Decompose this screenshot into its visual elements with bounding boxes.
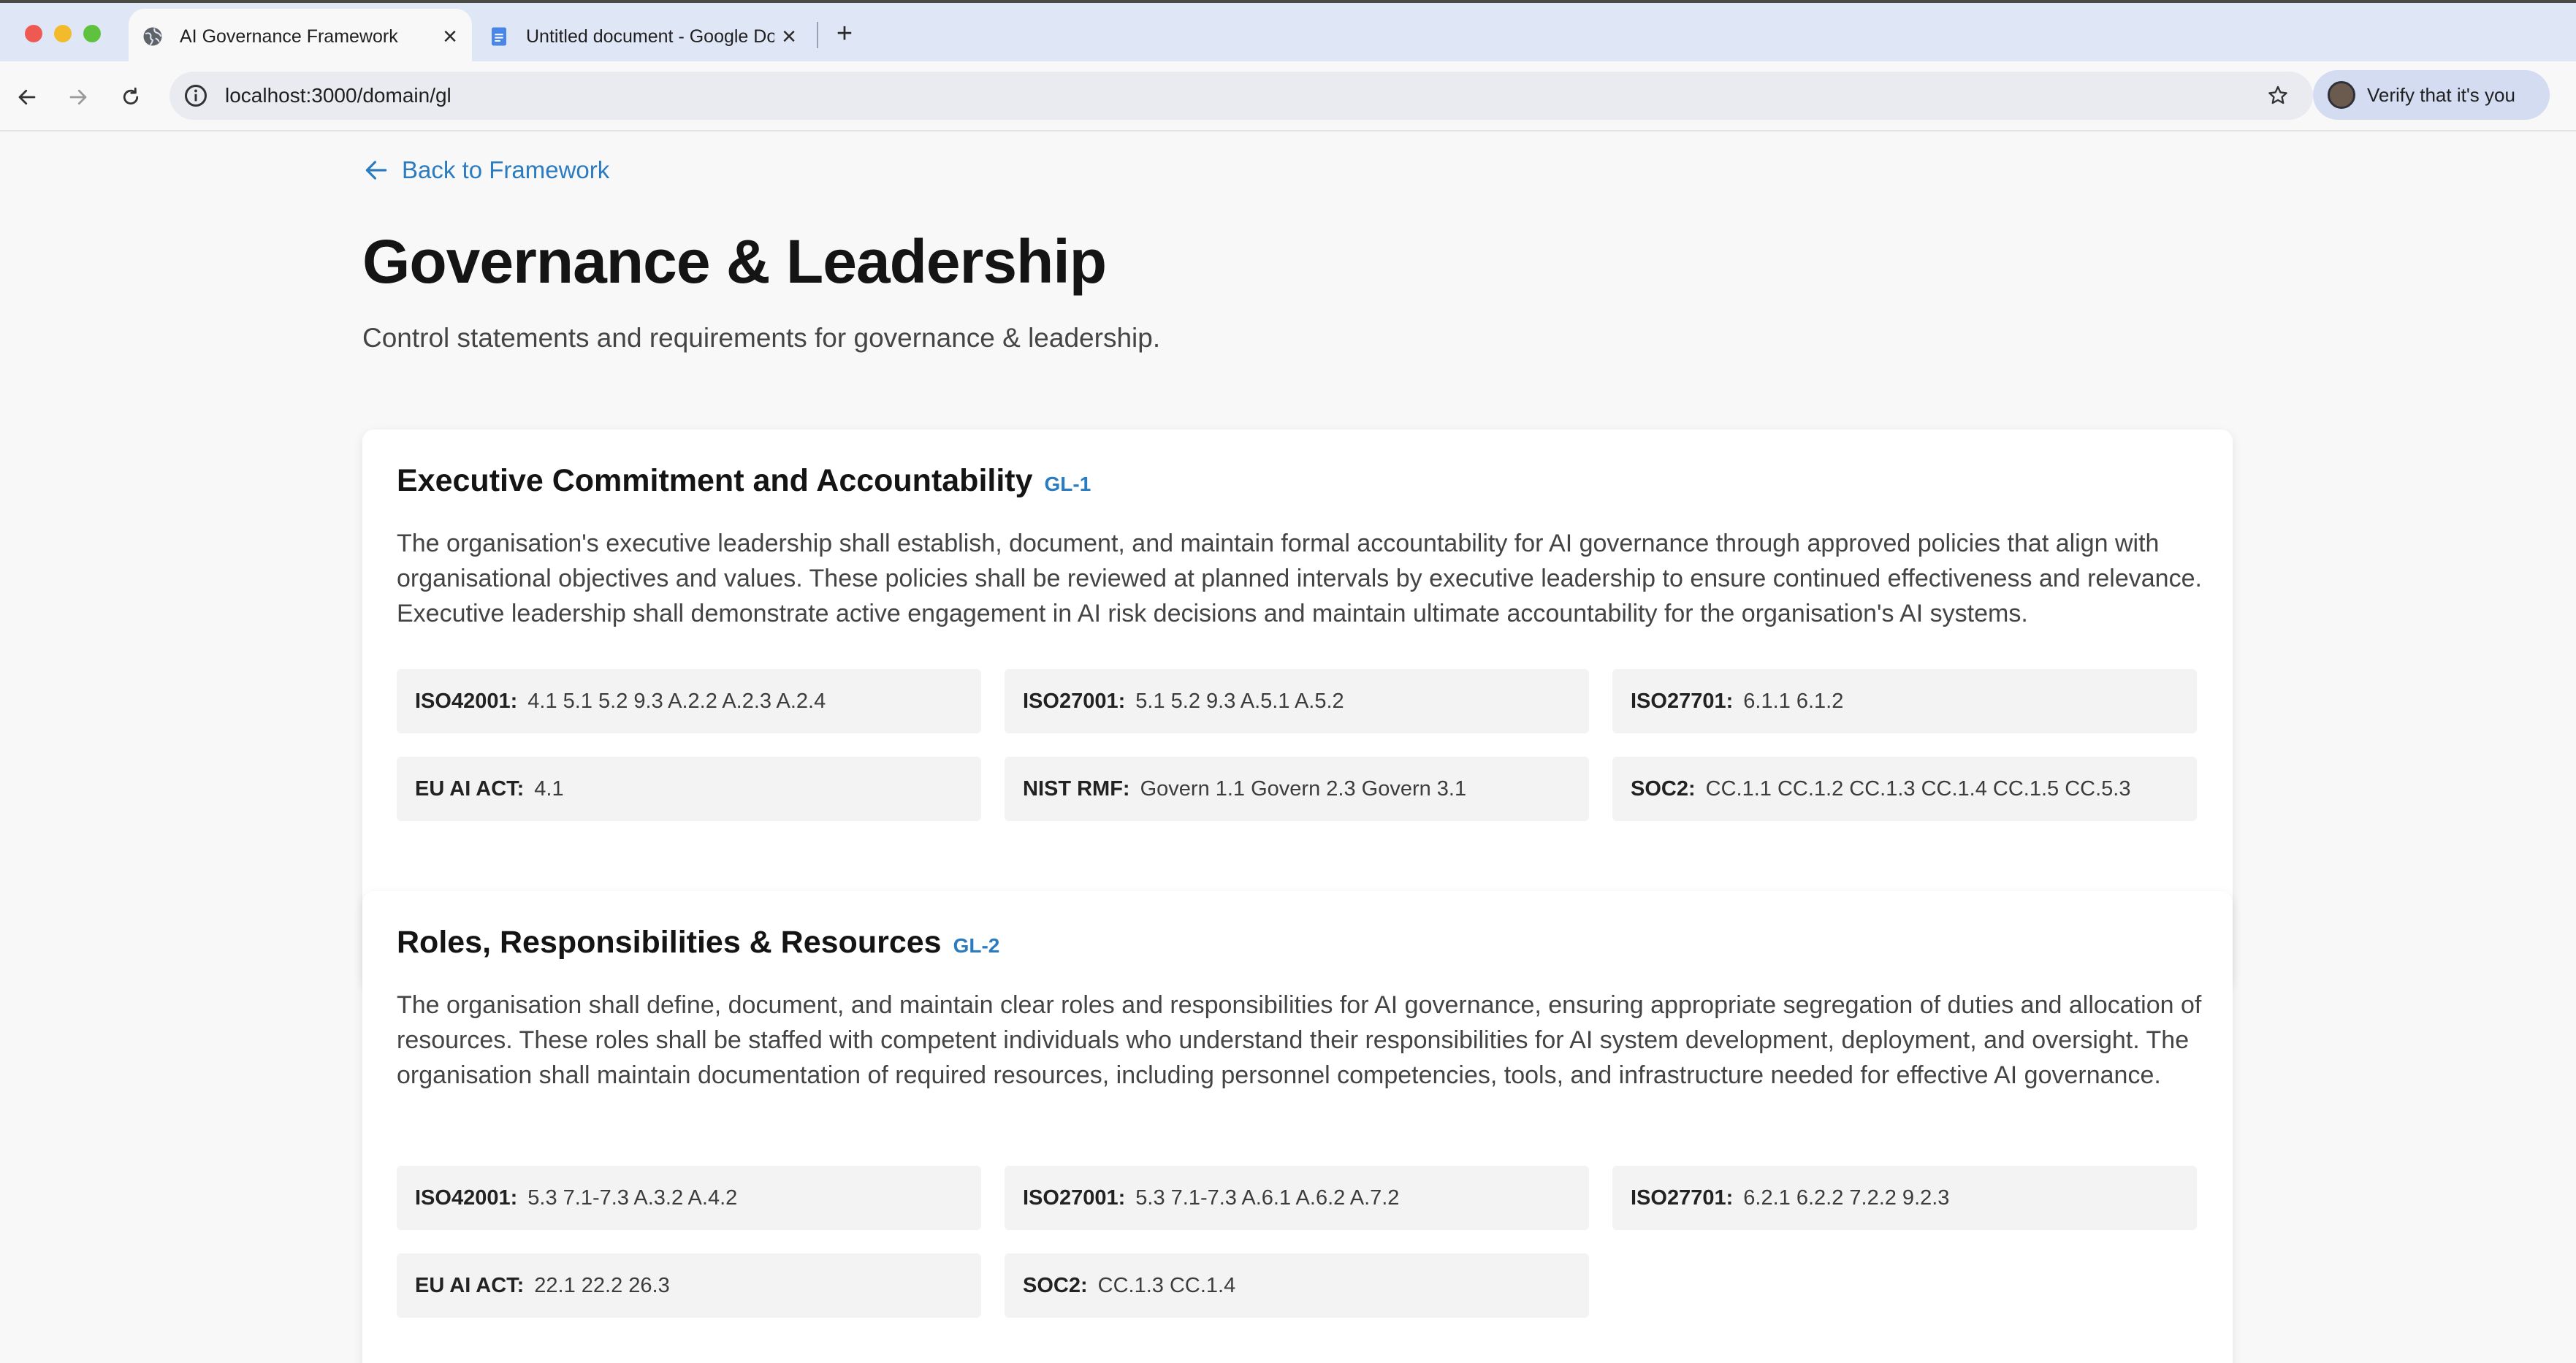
profile-verify-label: Verify that it's you (2367, 83, 2515, 106)
mapping-refs: 4.1 5.1 5.2 9.3 A.2.2 A.2.3 A.2.4 (527, 689, 826, 713)
mapping-refs: CC.1.1 CC.1.2 CC.1.3 CC.1.4 CC.1.5 CC.5.… (1705, 776, 2131, 801)
mapping-iso27001: ISO27001: 5.3 7.1-7.3 A.6.1 A.6.2 A.7.2 (1005, 1166, 1589, 1230)
control-id-badge: GL-2 (953, 934, 1000, 957)
mapping-standard: ISO27001: (1023, 689, 1126, 713)
control-id-badge: GL-1 (1044, 473, 1091, 495)
browser-toolbar: localhost:3000/domain/gl Verify that it'… (0, 61, 2576, 131)
mapping-refs: 5.3 7.1-7.3 A.3.2 A.4.2 (527, 1186, 738, 1210)
arrow-left-icon (18, 89, 36, 105)
mapping-refs: 6.1.1 6.1.2 (1743, 689, 1844, 713)
close-icon[interactable]: × (774, 22, 804, 51)
mapping-standard: NIST RMF: (1023, 776, 1130, 801)
mapping-refs: Govern 1.1 Govern 2.3 Govern 3.1 (1140, 776, 1467, 801)
mapping-iso27701: ISO27701: 6.2.1 6.2.2 7.2.2 9.2.3 (1612, 1166, 2197, 1230)
control-header: Roles, Responsibilities & Resources GL-2 (397, 925, 999, 961)
avatar (2328, 81, 2355, 109)
control-header: Executive Commitment and Accountability … (397, 463, 1091, 499)
mapping-iso27001: ISO27001: 5.1 5.2 9.3 A.5.1 A.5.2 (1005, 669, 1589, 733)
tab-title: AI Governance Framework (180, 26, 398, 47)
mapping-standard: SOC2: (1023, 1273, 1088, 1297)
mapping-iso27701: ISO27701: 6.1.1 6.1.2 (1612, 669, 2197, 733)
control-card-gl-2: Roles, Responsibilities & Resources GL-2… (362, 891, 2233, 1363)
mapping-iso42001: ISO42001: 4.1 5.1 5.2 9.3 A.2.2 A.2.3 A.… (397, 669, 981, 733)
mapping-soc2: SOC2: CC.1.3 CC.1.4 (1005, 1253, 1589, 1318)
close-icon[interactable]: × (435, 22, 465, 51)
url-text[interactable]: localhost:3000/domain/gl (225, 84, 2262, 107)
mapping-standard: ISO27701: (1631, 689, 1734, 713)
site-info-icon[interactable] (183, 83, 209, 109)
tab-ai-governance[interactable]: AI Governance Framework × (129, 9, 472, 64)
mapping-standard: ISO42001: (415, 1186, 518, 1210)
mapping-refs: 4.1 (534, 776, 564, 801)
mapping-standard: ISO27701: (1631, 1186, 1734, 1210)
mapping-standard: EU AI ACT: (415, 776, 525, 801)
tab-title: Untitled document - Google Docs (526, 26, 774, 47)
control-title: Roles, Responsibilities & Resources (397, 925, 942, 960)
new-tab-button[interactable]: + (830, 18, 859, 49)
globe-icon (143, 27, 162, 46)
control-description: The organisation shall define, document,… (397, 991, 2202, 1089)
bookmark-star-icon[interactable] (2262, 80, 2294, 112)
mapping-standard: EU AI ACT: (415, 1273, 525, 1297)
forward-button[interactable] (60, 79, 96, 115)
tab-strip: AI Governance Framework × Untitled docum… (0, 0, 2576, 64)
mapping-eu-ai-act: EU AI ACT: 22.1 22.2 26.3 (397, 1253, 981, 1318)
mapping-refs: CC.1.3 CC.1.4 (1097, 1273, 1236, 1297)
tab-google-docs[interactable]: Untitled document - Google Docs × (475, 9, 811, 64)
mapping-refs: 5.3 7.1-7.3 A.6.1 A.6.2 A.7.2 (1135, 1186, 1400, 1210)
mapping-refs: 22.1 22.2 26.3 (534, 1273, 670, 1297)
control-title: Executive Commitment and Accountability (397, 463, 1033, 498)
mapping-standard: ISO42001: (415, 689, 518, 713)
reload-icon (123, 87, 139, 105)
control-description: The organisation's executive leadership … (397, 530, 2202, 627)
back-link-label: Back to Framework (402, 156, 610, 183)
profile-verify-button[interactable]: Verify that it's you (2313, 70, 2550, 120)
address-bar[interactable]: localhost:3000/domain/gl (169, 72, 2313, 120)
mapping-standard: SOC2: (1631, 776, 1696, 801)
arrow-right-icon (69, 89, 87, 105)
mapping-iso42001: ISO42001: 5.3 7.1-7.3 A.3.2 A.4.2 (397, 1166, 981, 1230)
mapping-eu-ai-act: EU AI ACT: 4.1 (397, 757, 981, 821)
tab-separator (817, 22, 818, 48)
page-subtitle: Control statements and requirements for … (362, 323, 1161, 353)
mapping-standard: ISO27001: (1023, 1186, 1126, 1210)
mapping-refs: 6.2.1 6.2.2 7.2.2 9.2.3 (1743, 1186, 1950, 1210)
window-maximize-button[interactable] (83, 25, 101, 42)
page-title: Governance & Leadership (362, 227, 1107, 296)
mapping-soc2: SOC2: CC.1.1 CC.1.2 CC.1.3 CC.1.4 CC.1.5… (1612, 757, 2197, 821)
window-minimize-button[interactable] (54, 25, 72, 42)
back-button[interactable] (9, 79, 45, 115)
google-docs-icon (492, 27, 506, 46)
back-to-framework-link[interactable]: Back to Framework (362, 156, 609, 184)
reload-button[interactable] (113, 79, 149, 115)
arrow-left-icon (365, 161, 387, 180)
mapping-refs: 5.1 5.2 9.3 A.5.1 A.5.2 (1135, 689, 1344, 713)
mapping-nist-rmf: NIST RMF: Govern 1.1 Govern 2.3 Govern 3… (1005, 757, 1589, 821)
window-close-button[interactable] (25, 25, 42, 42)
